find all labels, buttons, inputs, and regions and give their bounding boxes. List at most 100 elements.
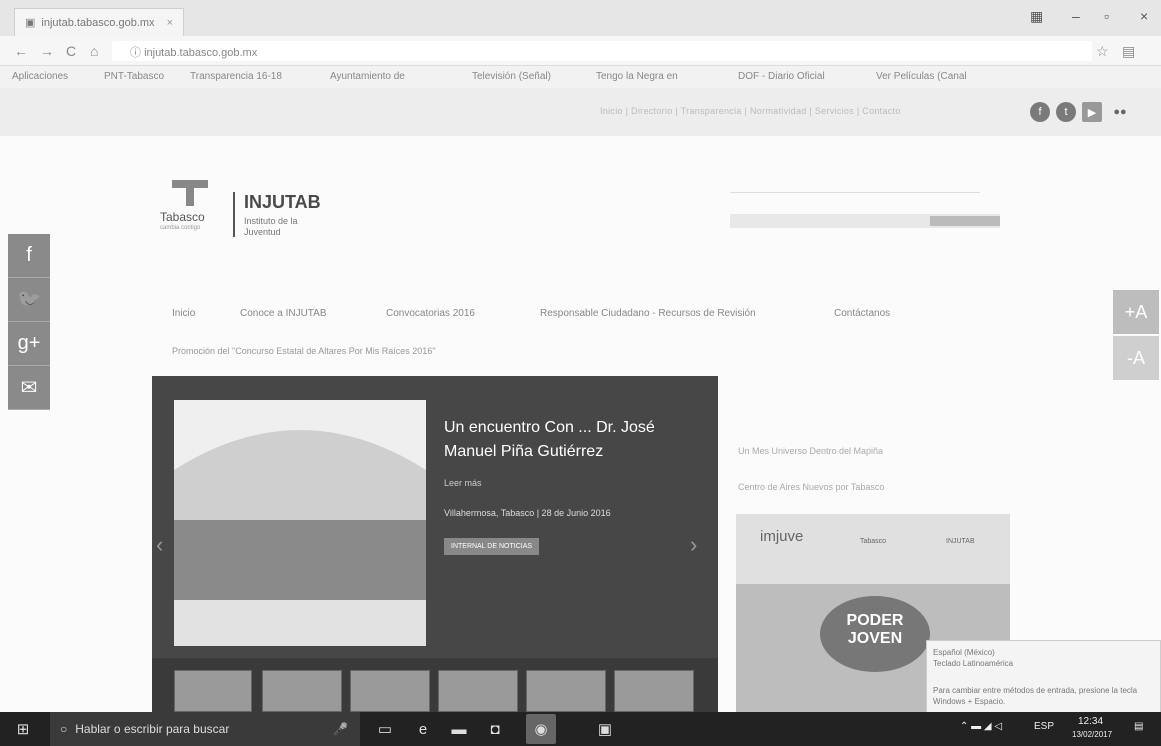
bookmark-dof[interactable]: DOF - Diario Oficial — [738, 71, 825, 82]
sidebar-link-1[interactable]: Un Mes Universo Dentro del Mapiña — [738, 446, 883, 456]
browser-tab[interactable]: ▣ injutab.tabasco.gob.mx × — [14, 8, 184, 36]
task-view-icon[interactable]: ▭ — [376, 720, 394, 738]
menu-item-inicio[interactable]: Inicio — [172, 308, 195, 319]
thumbnail[interactable] — [350, 670, 430, 712]
youtube-icon[interactable]: ▶ — [1082, 102, 1102, 122]
close-tab-icon[interactable]: × — [167, 17, 173, 29]
font-decrease-button[interactable]: -A — [1113, 336, 1159, 380]
windows-start-icon[interactable]: ⊞ — [14, 720, 32, 738]
bookmark-apps[interactable]: Aplicaciones — [12, 71, 68, 82]
font-increase-button[interactable]: +A — [1113, 290, 1159, 334]
tooltip-keyboard: Teclado Latinoamérica — [933, 659, 1014, 668]
injutab-small-logo: INJUTAB — [946, 538, 975, 545]
taskbar: ⊞ ○ Hablar o escribir para buscar 🎤 ▭ e … — [0, 712, 1161, 746]
twitter-circle-icon[interactable]: t — [1056, 102, 1076, 122]
home-icon[interactable]: ⌂ — [90, 43, 98, 59]
tabasco-logo: Tabasco cambia contigo — [160, 180, 220, 240]
slider-prev-icon[interactable]: ‹ — [156, 532, 163, 558]
tooltip-hint: Para cambiar entre métodos de entrada, p… — [933, 686, 1138, 706]
menu-item-conoce[interactable]: Conoce a INJUTAB — [240, 308, 327, 319]
cortana-search[interactable]: ○ Hablar o escribir para buscar 🎤 — [50, 712, 360, 746]
mail-icon[interactable]: ✉ — [8, 366, 50, 410]
news-archive-button[interactable]: INTERNAL DE NOTICIAS — [444, 538, 540, 555]
store-icon[interactable]: ◘ — [486, 720, 504, 738]
bookmark-pnt[interactable]: PNT-Tabasco — [104, 71, 164, 82]
slide-photo[interactable] — [174, 400, 426, 646]
cortana-circle-icon: ○ — [60, 722, 68, 736]
minimize-icon[interactable]: – — [1072, 8, 1080, 24]
slider-next-icon[interactable]: › — [690, 532, 697, 558]
thumbnail[interactable] — [262, 670, 342, 712]
slider-thumbnails — [152, 658, 718, 712]
slide-title[interactable]: Un encuentro Con ... Dr. José Manuel Piñ… — [444, 416, 694, 464]
info-icon: ⓘ — [130, 47, 145, 59]
extension-icon[interactable]: ▤ — [1122, 43, 1135, 60]
file-explorer-icon[interactable]: ▬ — [450, 720, 468, 738]
language-tooltip: Español (México) Teclado Latinoamérica P… — [926, 640, 1161, 712]
bookmark-peliculas[interactable]: Ver Películas (Canal — [876, 71, 967, 82]
star-icon[interactable]: ☆ — [1096, 43, 1109, 60]
flickr-icon[interactable]: ●● — [1110, 102, 1130, 122]
thumbnail[interactable] — [174, 670, 252, 712]
reload-icon[interactable]: C — [66, 43, 76, 59]
cortana-search-text: Hablar o escribir para buscar — [75, 722, 230, 736]
chrome-icon[interactable]: ◉ — [526, 714, 556, 744]
tab-title: injutab.tabasco.gob.mx — [41, 16, 155, 29]
url-field[interactable]: ⓘ injutab.tabasco.gob.mx — [112, 41, 1092, 61]
poder-joven-text: PODER JOVEN — [820, 596, 930, 672]
bookmarks-bar: Aplicaciones PNT-Tabasco Transparencia 1… — [0, 66, 1161, 88]
tabasco-tagline: cambia contigo — [160, 225, 201, 231]
brand-subtitle: Instituto de la Juventud — [244, 216, 298, 237]
edge-icon[interactable]: e — [414, 720, 432, 738]
twitter-icon[interactable]: 🐦 — [8, 278, 50, 322]
maximize-icon[interactable]: ▫ — [1104, 8, 1109, 24]
favicon-icon: ▣ — [25, 17, 36, 29]
bookmark-tengo[interactable]: Tengo la Negra en — [596, 71, 678, 82]
microphone-icon[interactable]: 🎤 — [333, 722, 348, 736]
imjuve-logo: imjuve — [760, 528, 804, 545]
tabasco-wordmark: Tabasco — [160, 210, 205, 224]
browser-tab-bar: ▣ injutab.tabasco.gob.mx × ▦ – ▫ × — [0, 0, 1161, 36]
clock-date[interactable]: 13/02/2017 — [1072, 730, 1112, 739]
bookmark-television[interactable]: Televisión (Señal) — [472, 71, 551, 82]
tooltip-language: Español (México) — [933, 648, 995, 657]
tabasco-small-logo: Tabasco — [860, 538, 887, 545]
forward-icon[interactable]: → — [40, 43, 54, 59]
clock-time[interactable]: 12:34 — [1078, 716, 1103, 727]
sidebar-link-2[interactable]: Centro de Aires Nuevos por Tabasco — [738, 482, 884, 492]
paint-icon[interactable]: ▣ — [596, 720, 614, 738]
facebook-icon[interactable]: f — [8, 234, 50, 278]
header-search-area — [730, 180, 1010, 240]
url-text: injutab.tabasco.gob.mx — [144, 47, 258, 59]
promo-ticker[interactable]: Promoción del "Concurso Estatal de Altar… — [172, 346, 436, 356]
share-bar: f 🐦 g+ ✉ — [8, 234, 50, 410]
slide-readmore[interactable]: Leer más — [444, 478, 482, 488]
back-icon[interactable]: ← — [14, 43, 28, 59]
bookmark-ayuntamiento[interactable]: Ayuntamiento de — [330, 71, 405, 82]
search-button[interactable] — [930, 216, 1000, 226]
thumbnail[interactable] — [438, 670, 518, 712]
thumbnail[interactable] — [526, 670, 606, 712]
bookmark-transparencia[interactable]: Transparencia 16-18 — [190, 71, 282, 82]
language-indicator[interactable]: ESP — [1034, 721, 1054, 732]
slide-location-date: Villahermosa, Tabasco | 28 de Junio 2016 — [444, 508, 611, 518]
menu-item-contacto[interactable]: Contáctanos — [834, 308, 890, 319]
top-strip: Inicio | Directorio | Transparencia | No… — [0, 88, 1161, 136]
system-tray-icons[interactable]: ⌃ ▬ ◢ ◁ — [960, 721, 1002, 732]
news-slider: ‹ › Un encuentro Con ... Dr. José Manuel… — [152, 376, 718, 712]
web-page: Inicio | Directorio | Transparencia | No… — [0, 88, 1161, 712]
action-center-icon[interactable]: ▤ — [1134, 721, 1143, 732]
logo-divider — [233, 192, 235, 237]
menu-item-convocatorias[interactable]: Convocatorias 2016 — [386, 308, 475, 319]
close-window-icon[interactable]: × — [1140, 8, 1148, 24]
thumbnail[interactable] — [614, 670, 694, 712]
divider — [730, 192, 980, 193]
top-links[interactable]: Inicio | Directorio | Transparencia | No… — [600, 106, 901, 116]
group-photo-image — [174, 400, 426, 646]
facebook-circle-icon[interactable]: f — [1030, 102, 1050, 122]
google-plus-icon[interactable]: g+ — [8, 322, 50, 366]
address-bar: ← → C ⌂ ⓘ injutab.tabasco.gob.mx ☆ ▤ — [0, 36, 1161, 66]
menu-item-responsable[interactable]: Responsable Ciudadano - Recursos de Revi… — [540, 308, 756, 319]
user-icon[interactable]: ▦ — [1030, 8, 1043, 25]
brand-name: INJUTAB — [244, 192, 321, 212]
